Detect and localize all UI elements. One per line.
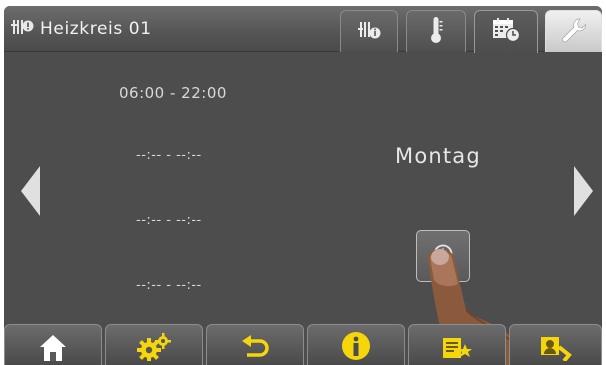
thermostat-screen: Heizkreis 01 06:00 - 22:00 --:-- - --:--… (4, 6, 602, 365)
switch-user-icon (539, 325, 573, 365)
next-day-button[interactable] (572, 166, 594, 220)
info-icon (341, 325, 371, 365)
circuit-title: Heizkreis 01 (40, 19, 152, 39)
heating-circuit-alert-icon (10, 17, 34, 41)
gears-icon (137, 325, 171, 365)
back-arrow-icon (240, 325, 270, 365)
list-star-icon (441, 325, 473, 365)
right-arrow-icon (572, 166, 594, 220)
home-button[interactable] (4, 324, 102, 365)
title-area: Heizkreis 01 (10, 14, 152, 44)
thermometer-icon (428, 15, 444, 49)
wrench-icon (560, 16, 588, 48)
settings-button[interactable] (105, 324, 203, 365)
info-button[interactable] (307, 324, 405, 365)
tab-service[interactable] (545, 10, 602, 52)
favorites-button[interactable] (408, 324, 506, 365)
time-slot-4: --:-- - --:-- (136, 278, 202, 293)
weekday-label: Montag (395, 144, 481, 168)
back-button[interactable] (206, 324, 304, 365)
left-arrow-icon (20, 166, 42, 220)
switch-button[interactable] (509, 324, 602, 365)
tab-schedule[interactable] (474, 10, 538, 53)
time-slot-3: --:-- - --:-- (136, 213, 202, 228)
time-slot-2: --:-- - --:-- (136, 148, 202, 163)
tab-circuit-info[interactable] (340, 10, 398, 52)
calendar-clock-icon (491, 17, 521, 47)
heating-circuit-info-icon (356, 19, 382, 45)
home-icon (38, 325, 68, 365)
tab-temperature[interactable] (406, 10, 466, 52)
previous-day-button[interactable] (20, 166, 42, 220)
bottom-toolbar (4, 324, 602, 365)
time-slot-1: 06:00 - 22:00 (119, 84, 227, 102)
header-bar: Heizkreis 01 (4, 6, 602, 53)
